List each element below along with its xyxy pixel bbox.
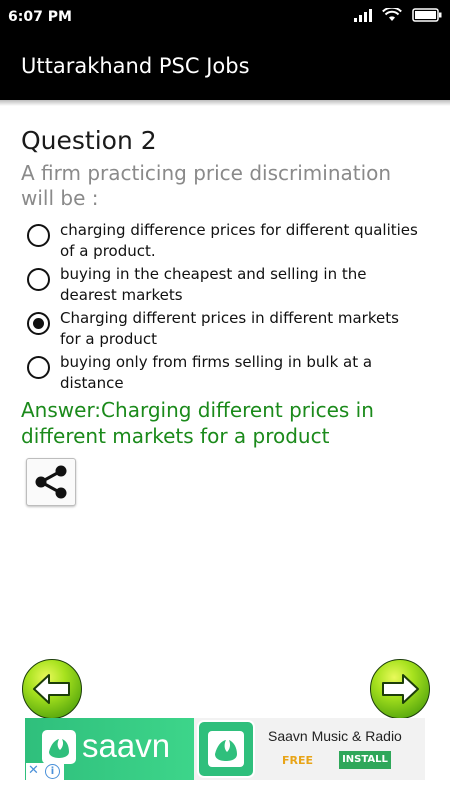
saavn-logo-icon: [42, 730, 76, 764]
ad-app-icon[interactable]: [197, 720, 255, 778]
option-label-3[interactable]: Charging different prices in different m…: [60, 308, 420, 350]
option-label-4[interactable]: buying only from firms selling in bulk a…: [60, 352, 420, 394]
app-bar-shadow: [0, 100, 450, 106]
status-time: 6:07 PM: [8, 9, 72, 25]
radio-button-2[interactable]: [27, 268, 50, 291]
app-bar: Uttarakhand PSC Jobs: [0, 34, 450, 100]
next-button[interactable]: [370, 659, 430, 719]
app-title: Uttarakhand PSC Jobs: [21, 54, 250, 78]
question-text: A firm practicing price discrimination w…: [21, 161, 392, 210]
ad-app-name: Saavn Music & Radio: [268, 728, 402, 744]
ad-close-icon[interactable]: ✕: [28, 763, 39, 778]
previous-button[interactable]: [22, 659, 82, 719]
share-button[interactable]: [26, 458, 76, 506]
signal-icon: [354, 9, 372, 22]
question-title: Question 2: [21, 126, 157, 155]
ad-price: FREE: [282, 754, 314, 767]
radio-button-1[interactable]: [27, 224, 50, 247]
ad-brand-name: saavn: [82, 727, 171, 764]
battery-icon: [412, 8, 442, 22]
share-icon: [35, 465, 67, 499]
ad-info-icon[interactable]: i: [45, 764, 60, 779]
ad-banner[interactable]: saavn Saavn Music & Radio FREE INSTALL: [25, 718, 425, 780]
ad-install-button[interactable]: INSTALL: [339, 751, 391, 769]
arrow-left-icon: [33, 674, 70, 704]
option-label-1[interactable]: charging difference prices for different…: [60, 220, 420, 262]
status-bar: 6:07 PM: [0, 0, 450, 34]
arrow-right-icon: [382, 674, 419, 704]
status-icons: [354, 8, 442, 22]
radio-button-3[interactable]: [27, 312, 50, 335]
radio-button-4[interactable]: [27, 356, 50, 379]
option-label-2[interactable]: buying in the cheapest and selling in th…: [60, 264, 420, 306]
answer-text: Answer:Charging different prices in diff…: [21, 398, 374, 448]
ad-choices[interactable]: ✕ i: [26, 763, 64, 780]
wifi-icon: [382, 8, 402, 21]
